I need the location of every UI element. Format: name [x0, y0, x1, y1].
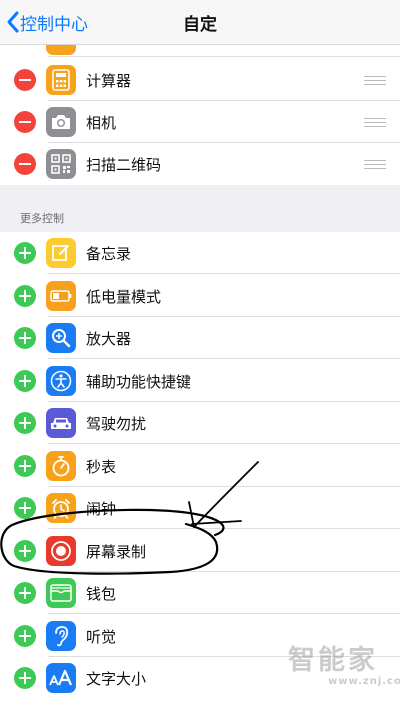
control-label: 相机 [86, 114, 117, 132]
included-row-camera: 相机 [0, 101, 400, 143]
add-control-button[interactable] [14, 625, 36, 647]
reorder-handle[interactable] [364, 118, 386, 127]
more-row-magnifier: 放大器 [0, 317, 400, 359]
more-row-accessibility: 辅助功能快捷键 [0, 360, 400, 402]
more-row-low-power: 低电量模式 [0, 275, 400, 317]
remove-control-button[interactable] [14, 153, 36, 175]
control-label: 备忘录 [86, 245, 132, 263]
section-header: 更多控制 [20, 212, 64, 225]
control-label: 辅助功能快捷键 [86, 373, 192, 391]
row-separator [48, 358, 400, 359]
text-size-icon [46, 663, 76, 693]
accessibility-icon [46, 366, 76, 396]
row-separator [48, 443, 400, 444]
add-control-button[interactable] [14, 497, 36, 519]
add-control-button[interactable] [14, 327, 36, 349]
magnifier-icon [46, 323, 76, 353]
reorder-handle[interactable] [364, 76, 386, 85]
watermark-logo-text: 智能家 [288, 645, 378, 676]
more-row-screen-record: 屏幕录制 [0, 530, 400, 572]
control-label: 计算器 [86, 72, 132, 90]
more-row-driving: 驾驶勿扰 [0, 402, 400, 444]
navigation-bar: 控制中心 自定 [0, 0, 400, 45]
add-control-button[interactable] [14, 667, 36, 689]
included-row-qr: 扫描二维码 [0, 143, 400, 185]
more-row-stopwatch: 秒表 [0, 445, 400, 487]
control-label: 听觉 [86, 628, 117, 646]
add-control-button[interactable] [14, 582, 36, 604]
watermark: 智能家 www.znj.com [288, 645, 400, 688]
calculator-icon [46, 65, 76, 95]
control-label: 钱包 [86, 585, 117, 603]
remove-control-button[interactable] [14, 69, 36, 91]
included-row-calculator: 计算器 [0, 59, 400, 101]
included-controls-list: 计算器 相机 扫描二维码 [0, 45, 400, 185]
camera-icon [46, 107, 76, 137]
add-control-button[interactable] [14, 455, 36, 477]
car-icon [46, 408, 76, 438]
add-control-button[interactable] [14, 412, 36, 434]
watermark-url: www.znj.com [328, 676, 400, 687]
qr-code-icon [46, 149, 76, 179]
row-separator [48, 613, 400, 614]
screen-record-icon [46, 536, 76, 566]
control-label: 放大器 [86, 330, 132, 348]
more-controls-list: 备忘录 低电量模式 放大器 辅助功能快捷键 驾驶勿扰 秒表 闹钟 屏幕录制 钱包… [0, 232, 400, 707]
more-row-notes: 备忘录 [0, 232, 400, 274]
page-title: 自定 [183, 15, 217, 35]
row-separator [48, 528, 400, 529]
control-label: 屏幕录制 [86, 543, 147, 561]
wallet-icon [46, 578, 76, 608]
more-row-wallet: 钱包 [0, 572, 400, 614]
row-separator [48, 273, 400, 274]
stopwatch-icon [46, 451, 76, 481]
control-label: 闹钟 [86, 500, 117, 518]
ear-icon [46, 621, 76, 651]
partial-app-icon [46, 45, 76, 55]
reorder-handle[interactable] [364, 160, 386, 169]
divider [48, 56, 400, 57]
control-label: 驾驶勿扰 [86, 415, 147, 433]
add-control-button[interactable] [14, 285, 36, 307]
control-label: 低电量模式 [86, 288, 162, 306]
control-label: 文字大小 [86, 670, 147, 688]
add-control-button[interactable] [14, 242, 36, 264]
notes-icon [46, 238, 76, 268]
control-label: 扫描二维码 [86, 156, 162, 174]
control-label: 秒表 [86, 458, 117, 476]
alarm-icon [46, 493, 76, 523]
battery-icon [46, 281, 76, 311]
add-control-button[interactable] [14, 540, 36, 562]
more-row-alarm: 闹钟 [0, 487, 400, 529]
add-control-button[interactable] [14, 370, 36, 392]
remove-control-button[interactable] [14, 111, 36, 133]
